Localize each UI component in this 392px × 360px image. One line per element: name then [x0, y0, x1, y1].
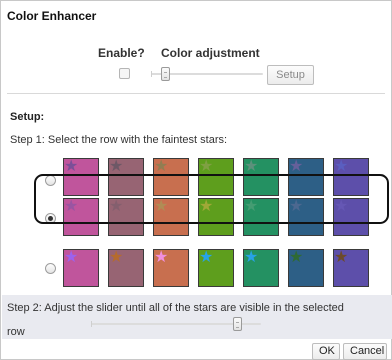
- enable-label: Enable?: [98, 46, 145, 60]
- visibility-slider[interactable]: [91, 317, 261, 331]
- swatch-row-3[interactable]: ★ ★ ★ ★ ★ ★ ★: [63, 249, 379, 289]
- star-icon: ★: [289, 158, 304, 175]
- slider-thumb[interactable]: [233, 317, 242, 331]
- star-icon: ★: [334, 249, 349, 266]
- cancel-button[interactable]: Cancel: [343, 343, 387, 360]
- color-adjustment-label: Color adjustment: [161, 46, 260, 60]
- step1-instruction: Step 1: Select the row with the faintest…: [10, 134, 228, 146]
- star-icon: ★: [334, 158, 349, 175]
- selected-row-highlight: [34, 174, 389, 224]
- color-swatch: ★: [333, 249, 369, 287]
- star-icon: ★: [289, 249, 304, 266]
- star-icon: ★: [109, 249, 124, 266]
- ok-button[interactable]: OK: [312, 343, 340, 360]
- color-swatch: ★: [288, 249, 324, 287]
- color-swatch: ★: [63, 249, 99, 287]
- color-swatch: ★: [153, 249, 189, 287]
- color-adjustment-slider[interactable]: [151, 67, 263, 81]
- star-icon: ★: [64, 158, 79, 175]
- setup-button[interactable]: Setup: [267, 65, 314, 85]
- star-icon: ★: [244, 249, 259, 266]
- star-icon: ★: [244, 158, 259, 175]
- star-icon: ★: [109, 158, 124, 175]
- enable-checkbox[interactable]: [119, 68, 130, 79]
- color-swatch: ★: [198, 249, 234, 287]
- slider-thumb[interactable]: [161, 67, 170, 81]
- step2-instruction: Step 2: Adjust the slider until all of t…: [7, 302, 344, 314]
- color-swatch: ★: [243, 249, 279, 287]
- step2-instruction-continued: row: [7, 326, 25, 338]
- star-icon: ★: [154, 158, 169, 175]
- color-swatch: ★: [108, 249, 144, 287]
- dialog-title: Color Enhancer: [7, 9, 97, 23]
- color-enhancer-dialog: Color Enhancer Enable? Color adjustment …: [0, 0, 392, 360]
- star-icon: ★: [199, 249, 214, 266]
- section-divider: [7, 93, 385, 94]
- row-radio-3[interactable]: [45, 263, 56, 274]
- star-icon: ★: [64, 249, 79, 266]
- setup-heading: Setup:: [10, 111, 45, 123]
- star-icon: ★: [154, 249, 169, 266]
- star-icon: ★: [199, 158, 214, 175]
